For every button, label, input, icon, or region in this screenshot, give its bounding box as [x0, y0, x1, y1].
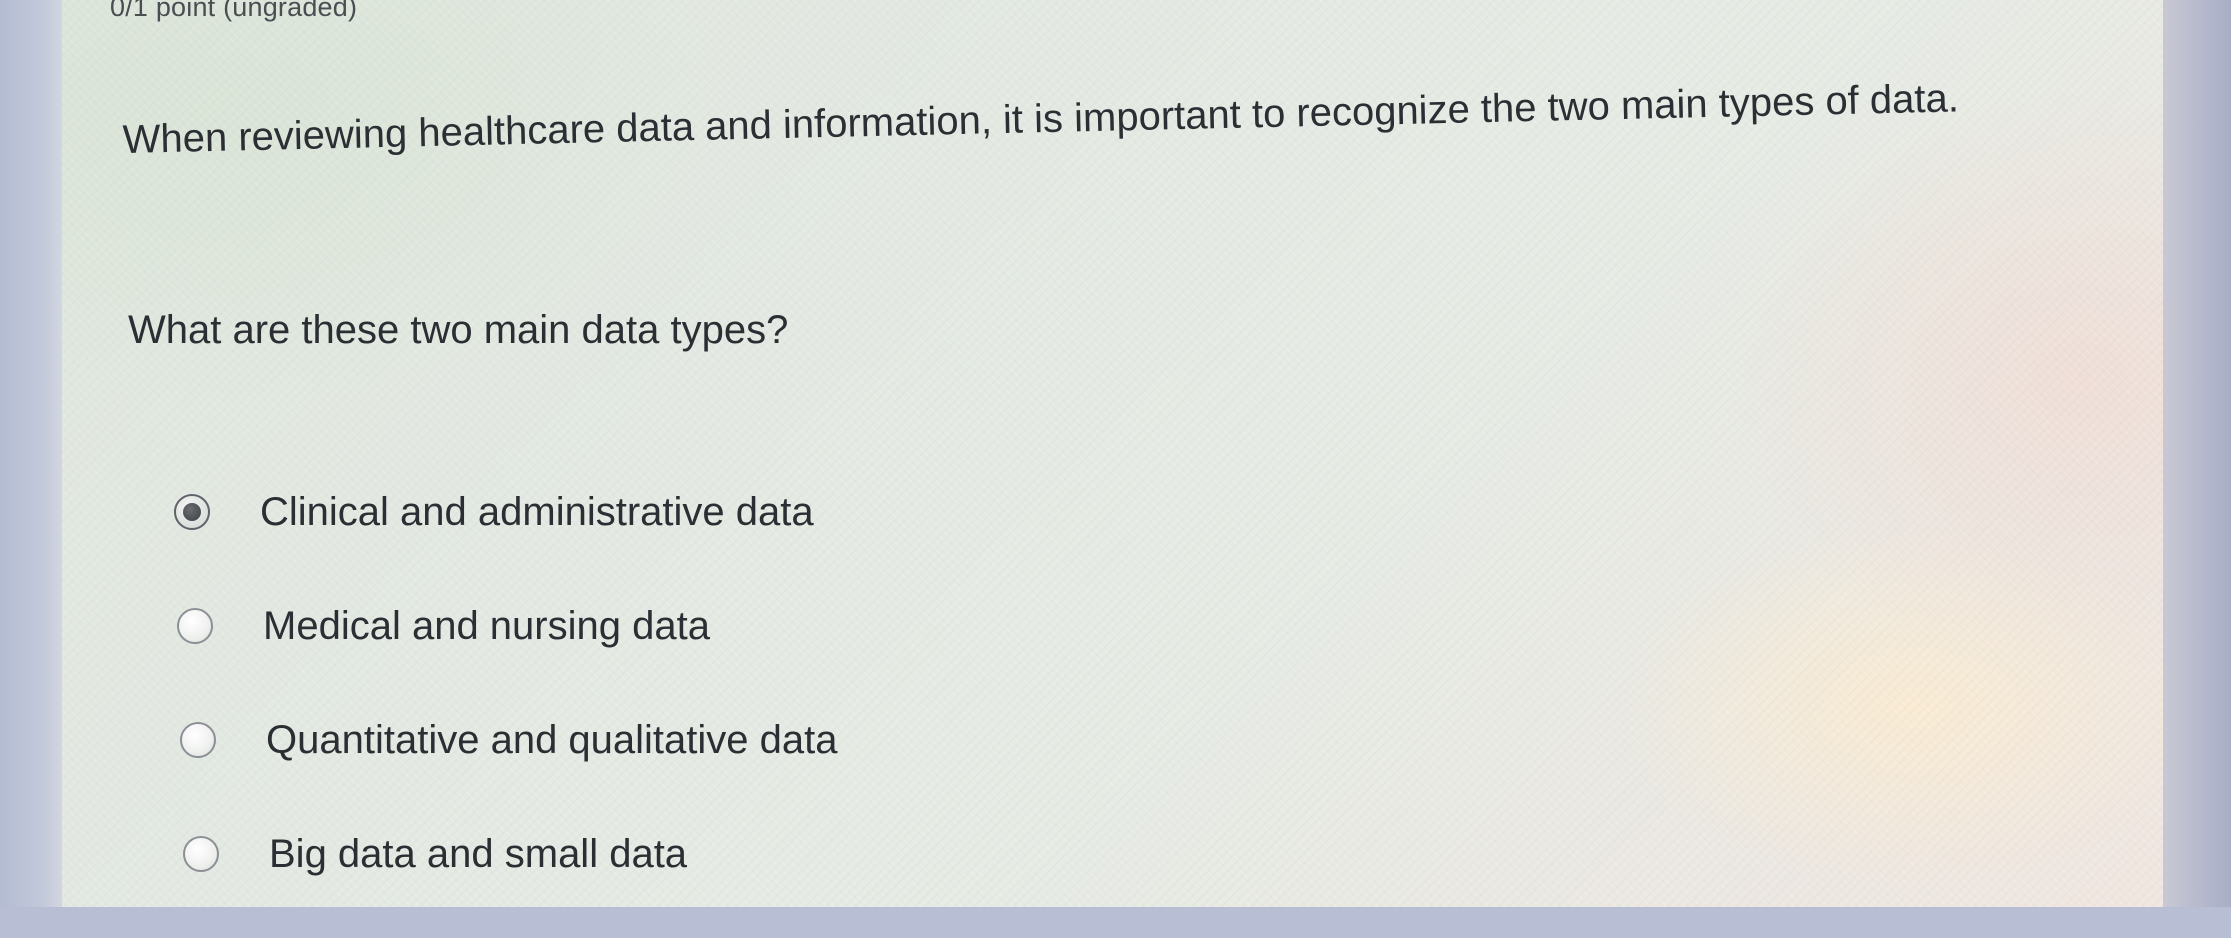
radio-unselected-icon[interactable] — [177, 608, 213, 644]
radio-unselected-icon[interactable] — [183, 836, 219, 872]
screen-bezel-left — [0, 0, 62, 907]
option-medical-nursing[interactable]: Medical and nursing data — [177, 596, 838, 656]
radio-dot-icon — [183, 503, 201, 521]
question-prompt: What are these two main data types? — [128, 308, 789, 352]
option-label: Big data and small data — [269, 831, 688, 876]
option-label: Quantitative and qualitative data — [266, 717, 838, 762]
answer-options: Clinical and administrative data Medical… — [174, 482, 838, 938]
option-quantitative-qualitative[interactable]: Quantitative and qualitative data — [180, 710, 838, 770]
quiz-card: 0/1 point (ungraded) When reviewing heal… — [62, 0, 2163, 907]
option-label: Medical and nursing data — [263, 603, 710, 648]
screen-bezel-right — [2163, 0, 2231, 907]
option-clinical-administrative[interactable]: Clinical and administrative data — [174, 482, 838, 542]
option-label: Clinical and administrative data — [260, 489, 814, 534]
question-text: When reviewing healthcare data and infor… — [122, 76, 1960, 162]
option-big-small[interactable]: Big data and small data — [183, 824, 838, 884]
points-label: 0/1 point (ungraded) — [110, 0, 358, 22]
radio-unselected-icon[interactable] — [180, 722, 216, 758]
radio-selected-icon[interactable] — [174, 494, 210, 530]
